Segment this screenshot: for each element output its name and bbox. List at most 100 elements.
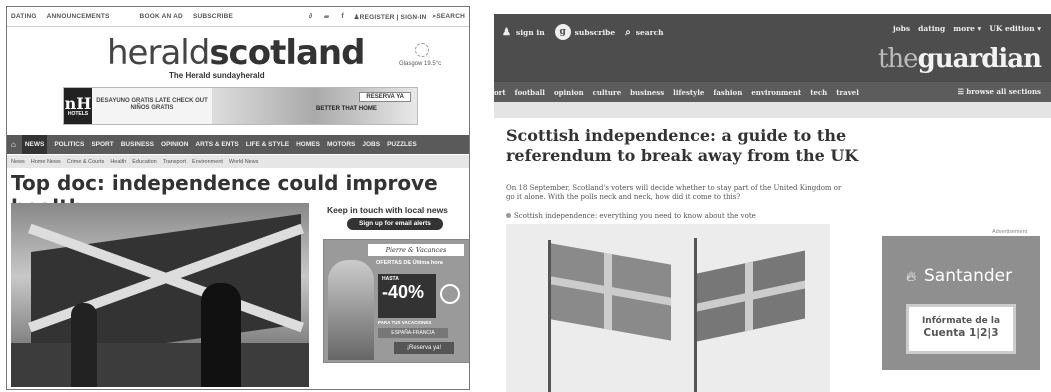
santander-cta-line2: Cuenta 1|2|3 bbox=[923, 327, 999, 339]
nav-item-puzzles[interactable]: PUZZLES bbox=[387, 141, 417, 148]
nav-item-culture[interactable]: culture bbox=[593, 88, 621, 97]
nav-item-football[interactable]: football bbox=[515, 88, 545, 97]
nav-item-lifestyle[interactable]: lifestyle bbox=[673, 88, 704, 97]
search-link[interactable]: search bbox=[636, 28, 664, 37]
guardian-logo[interactable]: theguardian bbox=[878, 44, 1042, 74]
nav-item-travel[interactable]: travel bbox=[836, 88, 859, 97]
email-alerts-signup-button[interactable]: Sign up for email alerts bbox=[347, 218, 443, 230]
nav-item-opinion[interactable]: opinion bbox=[554, 88, 584, 97]
search-link[interactable]: ⌕SEARCH bbox=[433, 13, 466, 21]
nav-item-opinion[interactable]: OPINION bbox=[161, 141, 188, 148]
rss-icon[interactable]: ∂ bbox=[306, 12, 316, 22]
guardian-g-icon: g bbox=[554, 24, 571, 40]
link-jobs[interactable]: jobs bbox=[893, 24, 910, 33]
pierre-vacances-ad[interactable]: Pierre & Vacances OFERTAS DE Última hora… bbox=[323, 239, 469, 363]
facebook-icon[interactable]: f bbox=[338, 12, 348, 22]
nav-item-motors[interactable]: MOTORS bbox=[327, 141, 355, 148]
guardian-screenshot: ♟ sign in g subscribe ⌕ search jobs dati… bbox=[494, 14, 1051, 392]
photo-union-flag bbox=[551, 243, 671, 341]
search-label: SEARCH bbox=[436, 12, 465, 20]
nh-logo: nH HOTELS bbox=[64, 88, 92, 124]
nav-item-fashion[interactable]: fashion bbox=[713, 88, 742, 97]
nh-hotels-banner-ad[interactable]: nH HOTELS DESAYUNO GRATIS LATE CHECK OUT… bbox=[63, 87, 418, 125]
santander-name: Santander bbox=[924, 266, 1013, 286]
nav-item-business[interactable]: BUSINESS bbox=[121, 141, 154, 148]
top-link-dating[interactable]: DATING bbox=[11, 13, 37, 20]
photo-person bbox=[71, 303, 97, 387]
nav-item-life-style[interactable]: LIFE & STYLE bbox=[246, 141, 289, 148]
subnav-item-environment[interactable]: Environment bbox=[192, 159, 223, 165]
flags-photo bbox=[506, 224, 830, 392]
browse-all-sections-button[interactable]: ☰ browse all sections bbox=[958, 87, 1041, 96]
nav-item-tech[interactable]: tech bbox=[810, 88, 827, 97]
santander-flame-icon: 🔥︎ bbox=[906, 268, 917, 284]
nav-item-jobs[interactable]: JOBS bbox=[362, 141, 380, 148]
santander-cta-card[interactable]: Infórmate de la Cuenta 1|2|3 bbox=[906, 304, 1016, 354]
nh-better-text: BETTER THAT HOME bbox=[316, 106, 377, 112]
nav-item-sport[interactable]: SPORT bbox=[91, 141, 113, 148]
ad2-vacaciones: PARA TUS VACACIONES bbox=[378, 320, 432, 325]
nav-item-politics[interactable]: POLITICS bbox=[54, 141, 84, 148]
sign-in-link[interactable]: sign in bbox=[516, 28, 545, 37]
nav-item-business[interactable]: business bbox=[630, 88, 664, 97]
logo-bold-text: scotland bbox=[209, 33, 365, 73]
nh-ad-photo: BETTER THAT HOME RESERVA YA bbox=[212, 88, 417, 124]
herald-logo[interactable]: heraldscotland bbox=[107, 33, 365, 73]
ad2-discount: -40% bbox=[382, 282, 425, 302]
article-standfirst: On 18 September, Scotland's voters will … bbox=[506, 184, 842, 201]
sun-weather-icon bbox=[415, 43, 429, 57]
article-title: Scottish independence: a guide to the re… bbox=[506, 126, 859, 165]
herald-sub-nav: News Home News Crime & Courts Health Edu… bbox=[7, 155, 469, 168]
link-more[interactable]: more ▾ bbox=[953, 24, 981, 33]
santander-ad[interactable]: 🔥︎ Santander Infórmate de la Cuenta 1|2|… bbox=[882, 236, 1040, 370]
nav-item-environment[interactable]: environment bbox=[751, 88, 801, 97]
top-link-book-an-ad[interactable]: BOOK AN AD bbox=[140, 13, 183, 20]
twitter-icon[interactable]: 𝓌 bbox=[322, 12, 332, 22]
ad2-brand: Pierre & Vacances bbox=[368, 244, 464, 256]
ad2-ofertas: OFERTAS DE Última hora bbox=[376, 260, 443, 266]
subnav-item-home-news[interactable]: Home News bbox=[31, 159, 61, 165]
subnav-item-world-news[interactable]: World News bbox=[229, 159, 259, 165]
nav-item-news[interactable]: NEWS bbox=[21, 135, 48, 154]
register-label: REGISTER | SIGN-IN bbox=[359, 13, 427, 21]
register-sign-in-link[interactable]: ♟REGISTER | SIGN-IN bbox=[354, 13, 427, 21]
nav-item-sport[interactable]: ort bbox=[494, 88, 506, 97]
logo-name: guardian bbox=[917, 44, 1042, 74]
nav-item-homes[interactable]: HOMES bbox=[296, 141, 320, 148]
link-uk-edition[interactable]: UK edition ▾ bbox=[989, 24, 1041, 33]
logo-light-text: herald bbox=[107, 33, 210, 73]
clock-icon bbox=[440, 284, 460, 304]
keep-in-touch-heading: Keep in touch with local news bbox=[327, 205, 448, 215]
nh-promo-text: DESAYUNO GRATIS LATE CHECK OUT NIÑOS GRA… bbox=[96, 98, 208, 111]
bullet-icon bbox=[506, 213, 511, 218]
related-link-text: Scottish independence: everything you ne… bbox=[514, 212, 756, 220]
photo-ground bbox=[11, 343, 309, 387]
top-link-announcements[interactable]: ANNOUNCEMENTS bbox=[47, 13, 110, 20]
guardian-utility-links: ♟ sign in g subscribe ⌕ search bbox=[502, 24, 674, 40]
nh-brand-sub: HOTELS bbox=[67, 110, 89, 117]
home-icon[interactable]: ⌂ bbox=[11, 140, 16, 149]
top-link-subscribe[interactable]: SUBSCRIBE bbox=[193, 13, 233, 20]
guardian-header: ♟ sign in g subscribe ⌕ search jobs dati… bbox=[494, 14, 1051, 82]
saltire-flag-photo bbox=[11, 203, 309, 387]
related-link[interactable]: Scottish independence: everything you ne… bbox=[506, 212, 756, 220]
advertisement-label: Advertisement bbox=[992, 229, 1028, 235]
nav-item-arts-ents[interactable]: ARTS & ENTS bbox=[195, 141, 238, 148]
subnav-item-news[interactable]: News bbox=[11, 159, 25, 165]
photo-person bbox=[201, 283, 241, 387]
ad2-destination: ESPAÑA-FRANCIA bbox=[378, 328, 448, 338]
subnav-item-transport[interactable]: Transport bbox=[163, 159, 186, 165]
herald-top-bar: DATING ANNOUNCEMENTS BOOK AN AD SUBSCRIB… bbox=[7, 7, 469, 27]
ad2-reserva-button[interactable]: ¡Reserva ya! bbox=[394, 342, 454, 354]
link-dating[interactable]: dating bbox=[918, 24, 945, 33]
subnav-item-education[interactable]: Education bbox=[132, 159, 156, 165]
weather-readout: Glasgow 19.5°c bbox=[399, 61, 442, 67]
user-icon: ♟ bbox=[502, 26, 511, 38]
herald-scotland-screenshot: DATING ANNOUNCEMENTS BOOK AN AD SUBSCRIB… bbox=[6, 6, 470, 390]
nh-reserva-button[interactable]: RESERVA YA bbox=[359, 92, 411, 102]
subscribe-link[interactable]: subscribe bbox=[575, 28, 616, 37]
photo-union-flag bbox=[697, 250, 805, 342]
subnav-item-health[interactable]: Health bbox=[110, 159, 126, 165]
subnav-item-crime-courts[interactable]: Crime & Courts bbox=[67, 159, 105, 165]
herald-main-nav: ⌂ NEWS POLITICS SPORT BUSINESS OPINION A… bbox=[7, 135, 469, 154]
